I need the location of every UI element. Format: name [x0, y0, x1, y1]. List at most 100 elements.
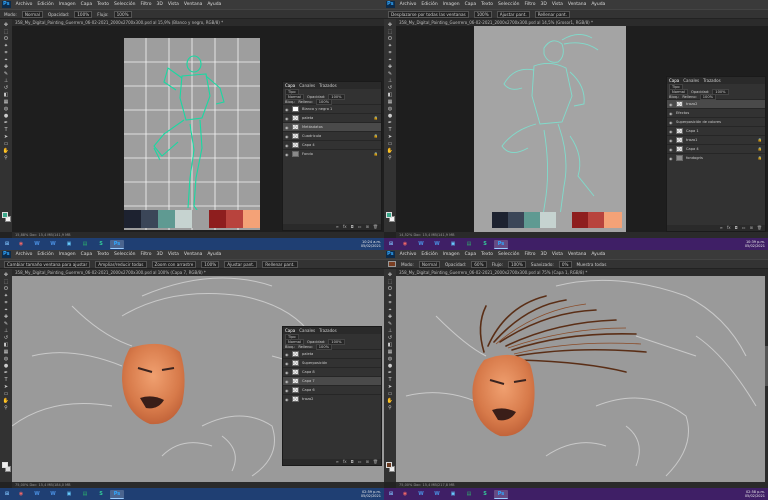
menu-view[interactable]: Vista	[552, 2, 563, 7]
scroll-all-windows-checkbox[interactable]: Desplazarse por todas las ventanas	[388, 10, 469, 18]
menu-edit[interactable]: Edición	[37, 2, 53, 7]
move-tool-icon[interactable]: ✥	[3, 273, 10, 278]
chrome-icon[interactable]: ◉	[14, 490, 28, 499]
eyedropper-tool-icon[interactable]: ⌖	[3, 308, 10, 313]
opacity-input[interactable]: 60%	[471, 260, 487, 268]
tab-paths[interactable]: Trazados	[319, 82, 337, 89]
explorer-icon[interactable]: ▣	[446, 490, 460, 499]
chrome-icon[interactable]: ◉	[398, 240, 412, 249]
eyedropper-tool-icon[interactable]: ⌖	[3, 58, 10, 63]
fill-input[interactable]: 100%	[315, 98, 333, 105]
pen-tool-icon[interactable]: ✒	[3, 121, 10, 126]
history-brush-icon[interactable]: ↺	[387, 336, 394, 341]
layer-row[interactable]: ◉ fondogris 🔒	[667, 153, 765, 162]
chrome-icon[interactable]: ◉	[398, 490, 412, 499]
path-select-icon[interactable]: ➤	[3, 385, 10, 390]
menu-3d[interactable]: 3D	[156, 252, 162, 257]
crop-tool-icon[interactable]: ⌗	[3, 51, 10, 56]
eye-icon[interactable]: ◉	[669, 102, 673, 107]
move-tool-icon[interactable]: ✥	[387, 23, 394, 28]
blur-tool-icon[interactable]: ◍	[3, 107, 10, 112]
lasso-tool-icon[interactable]: ʘ	[3, 287, 10, 292]
healing-tool-icon[interactable]: ✚	[387, 65, 394, 70]
photoshop-taskbar-icon[interactable]: Ps	[110, 489, 124, 499]
menu-window[interactable]: Ventana	[568, 2, 586, 7]
new-layer-icon[interactable]: ⊞	[750, 225, 753, 231]
menu-filter[interactable]: Filtro	[140, 2, 151, 7]
folder-icon[interactable]: ▭	[358, 459, 362, 465]
menu-3d[interactable]: 3D	[540, 2, 546, 7]
stamp-tool-icon[interactable]: ⊥	[3, 329, 10, 334]
hand-tool-icon[interactable]: ✋	[387, 149, 394, 154]
path-select-icon[interactable]: ➤	[387, 385, 394, 390]
menu-file[interactable]: Archivo	[16, 252, 33, 257]
gradient-tool-icon[interactable]: ▦	[3, 100, 10, 105]
word-icon[interactable]: W	[430, 490, 444, 499]
brush-tool-icon[interactable]: ✎	[387, 322, 394, 327]
marquee-tool-icon[interactable]: ⬚	[3, 30, 10, 35]
eye-icon[interactable]: ◉	[669, 138, 673, 143]
eye-icon[interactable]: ◉	[285, 143, 289, 148]
eraser-tool-icon[interactable]: ◧	[3, 93, 10, 98]
word-icon[interactable]: W	[30, 490, 44, 499]
document-canvas[interactable]	[474, 26, 626, 232]
eye-icon[interactable]: ◉	[285, 361, 289, 366]
document-tab[interactable]: 358_My_Digital_Painting_Guerrero_06-02-2…	[396, 269, 768, 276]
new-layer-icon[interactable]: ⊞	[366, 459, 369, 465]
type-tool-icon[interactable]: T	[3, 128, 10, 133]
dodge-tool-icon[interactable]: ●	[387, 114, 394, 119]
app-icon[interactable]: S	[478, 490, 492, 499]
eye-icon[interactable]: ◉	[669, 156, 673, 161]
marquee-tool-icon[interactable]: ⬚	[387, 280, 394, 285]
menu-type[interactable]: Texto	[97, 2, 109, 7]
app-icon[interactable]: ▤	[462, 490, 476, 499]
zoom-tool-icon[interactable]: ⚲	[3, 156, 10, 161]
fx-icon[interactable]: fx	[727, 225, 731, 231]
brush-tool-icon[interactable]: ✎	[3, 322, 10, 327]
eye-icon[interactable]: ◉	[285, 134, 289, 139]
crop-tool-icon[interactable]: ⌗	[3, 301, 10, 306]
pen-tool-icon[interactable]: ✒	[3, 371, 10, 376]
layer-row[interactable]: ◉ trazo2	[667, 99, 765, 108]
wand-tool-icon[interactable]: ✦	[3, 44, 10, 49]
menu-select[interactable]: Selección	[498, 252, 519, 257]
photoshop-taskbar-icon[interactable]: Ps	[110, 239, 124, 249]
word-icon[interactable]: W	[46, 490, 60, 499]
stamp-tool-icon[interactable]: ⊥	[387, 79, 394, 84]
document-canvas[interactable]	[124, 38, 260, 230]
marquee-tool-icon[interactable]: ⬚	[3, 280, 10, 285]
app-icon[interactable]: ▤	[78, 490, 92, 499]
menu-window[interactable]: Ventana	[184, 2, 202, 7]
mode-select[interactable]: Normal	[418, 260, 440, 268]
flow-input[interactable]: 100%	[113, 10, 132, 18]
layer-effects-row[interactable]: ◉ Efectos	[667, 108, 765, 117]
layer-row[interactable]: ◉ paleta 🔒	[283, 113, 381, 122]
photoshop-taskbar-icon[interactable]: Ps	[494, 489, 508, 499]
zoom-tool-icon[interactable]: ⚲	[3, 406, 10, 411]
eyedropper-tool-icon[interactable]: ⌖	[387, 58, 394, 63]
lasso-tool-icon[interactable]: ʘ	[3, 37, 10, 42]
move-tool-icon[interactable]: ✥	[3, 23, 10, 28]
canvas-area[interactable]: Capa Canales Trazados Tipo Normal Opacid…	[12, 276, 384, 482]
menu-help[interactable]: Ayuda	[591, 252, 605, 257]
opacity-input[interactable]: 100%	[74, 10, 93, 18]
eye-icon[interactable]: ◉	[285, 107, 289, 112]
photoshop-taskbar-icon[interactable]: Ps	[494, 239, 508, 249]
flow-input[interactable]: 100%	[507, 260, 526, 268]
canvas-area[interactable]: Capa Canales Trazados Tipo Normal Opacid…	[396, 26, 768, 232]
layer-row[interactable]: ◉ trazo1 🔒	[667, 135, 765, 144]
fx-icon[interactable]: fx	[343, 224, 347, 230]
menu-file[interactable]: Archivo	[400, 252, 417, 257]
fill-screen-button[interactable]: Rellenar pant.	[534, 10, 571, 18]
menu-file[interactable]: Archivo	[400, 2, 417, 7]
menu-image[interactable]: Imagen	[443, 252, 460, 257]
document-tab[interactable]: 358_My_Digital_Painting_Guerrero_06-02-2…	[12, 269, 384, 276]
shape-tool-icon[interactable]: ▭	[387, 392, 394, 397]
tab-channels[interactable]: Canales	[683, 77, 699, 84]
canvas-area[interactable]: Capa Canales Trazados Tipo Normal Opacid…	[12, 26, 384, 232]
menu-edit[interactable]: Edición	[421, 252, 437, 257]
layer-row[interactable]: ◉ Capa 7	[283, 376, 381, 385]
windows-start-icon[interactable]: ⊞	[2, 240, 12, 249]
menu-select[interactable]: Selección	[114, 2, 135, 7]
word-icon[interactable]: W	[414, 240, 428, 249]
